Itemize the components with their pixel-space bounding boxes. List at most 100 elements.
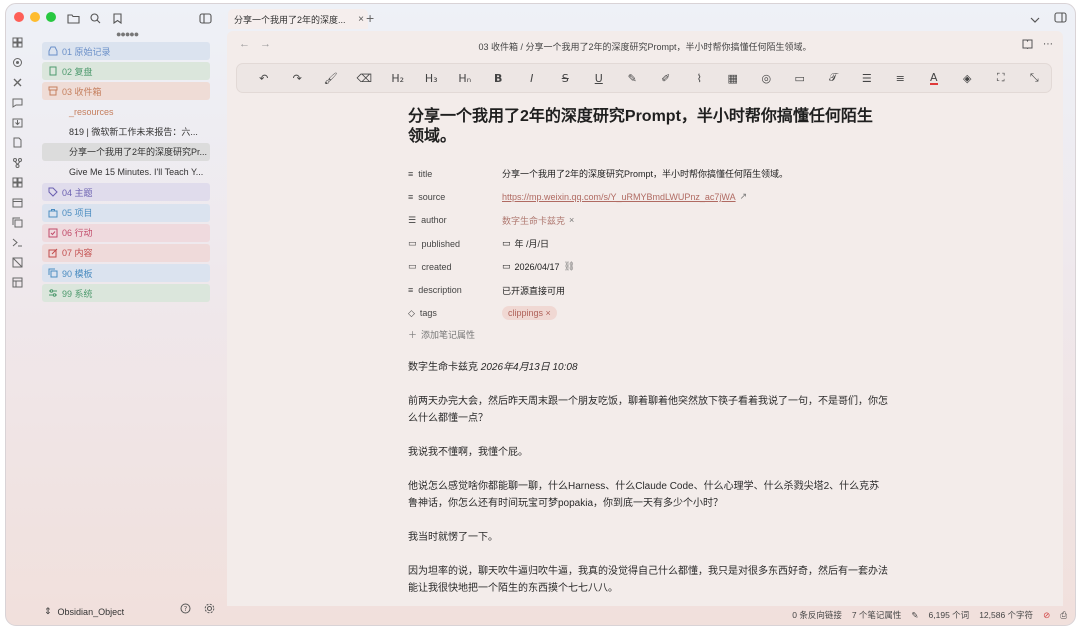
property-tags[interactable]: ◇ tags clippings × xyxy=(408,302,888,325)
window-right-controls xyxy=(1030,10,1067,28)
edit-note-icon[interactable]: ✐ xyxy=(649,68,683,88)
file-label: _resources xyxy=(69,106,114,117)
properties-count[interactable]: 7 个笔记属性 xyxy=(852,609,902,621)
property-description[interactable]: ≡ description 已开源直接可用 xyxy=(408,278,888,301)
fullscreen-icon[interactable]: ⛶ xyxy=(984,68,1018,88)
file-item-active[interactable]: 分享一个我用了2年的深度研究Pr... xyxy=(42,142,210,161)
note-body[interactable]: 数字生命卡兹克 2026年4月13日 10:08 前两天办完大会，然后昨天周末跟… xyxy=(408,359,888,597)
folder-04[interactable]: 04 主题 xyxy=(42,183,210,202)
maximize-window-button[interactable] xyxy=(46,12,56,22)
reading-mode-icon[interactable] xyxy=(1022,39,1033,52)
tag-pill[interactable]: clippings × xyxy=(502,306,557,321)
minimize-window-button[interactable] xyxy=(30,12,40,22)
font-color-icon[interactable]: A xyxy=(917,68,951,88)
comment-icon[interactable]: ▭ xyxy=(783,68,817,88)
canvas-icon[interactable] xyxy=(9,254,25,270)
task-check-icon[interactable]: ◎ xyxy=(750,68,784,88)
underline-button[interactable]: U xyxy=(582,68,616,88)
property-source[interactable]: ≡ source https://mp.weixin.qq.com/s/Y_uRM… xyxy=(408,185,888,208)
template-icon[interactable] xyxy=(9,274,25,290)
remove-icon[interactable]: × xyxy=(546,308,551,318)
folder-06[interactable]: 06 行动 xyxy=(42,223,210,242)
paragraph: 我说我不懂啊，我懂个屁。 xyxy=(408,447,528,459)
window-controls xyxy=(14,12,56,22)
print-icon[interactable]: ⎙ xyxy=(1060,610,1067,621)
eraser-icon[interactable]: ⌫ xyxy=(348,68,382,88)
heading-n-button[interactable]: Hₙ xyxy=(448,68,482,88)
property-value[interactable]: 分享一个我用了2年的深度研究Prompt，半小时帮你搞懂任何陌生领域。 xyxy=(502,167,788,180)
folder-icon[interactable] xyxy=(64,9,82,27)
document: 分享一个我用了2年的深度研究Prompt，半小时帮你搞懂任何陌生领域。 ≡ tit… xyxy=(408,107,888,614)
right-sidebar-toggle-icon[interactable] xyxy=(1054,10,1067,28)
tab-active[interactable]: 分享一个我用了2年的深度... × xyxy=(228,9,368,29)
bullet-list-icon[interactable]: ☰ xyxy=(850,68,884,88)
folder-02[interactable]: 02 复盘 xyxy=(42,62,210,81)
folder-05[interactable]: 05 项目 xyxy=(42,203,210,222)
graph-icon[interactable] xyxy=(9,54,25,70)
clear-format-icon[interactable]: 𝒯 xyxy=(817,68,851,88)
sidebar-toggle-icon[interactable] xyxy=(196,9,214,27)
download-icon[interactable] xyxy=(9,114,25,130)
chat-icon[interactable] xyxy=(9,94,25,110)
copy-icon[interactable] xyxy=(9,214,25,230)
search-icon[interactable] xyxy=(86,9,104,27)
redo-icon[interactable]: ↷ xyxy=(281,68,315,88)
source-link[interactable]: https://mp.weixin.qq.com/s/Y_uRMYBmdLWUP… xyxy=(502,192,736,202)
folder-01[interactable]: 01 原始记录 xyxy=(42,42,210,60)
remove-icon[interactable]: × xyxy=(569,215,574,225)
link-icon[interactable]: ⛓ xyxy=(564,261,575,272)
undo-icon[interactable]: ↶ xyxy=(247,68,281,88)
grid-icon[interactable] xyxy=(9,174,25,190)
backlinks-count[interactable]: 0 条反向链接 xyxy=(792,609,842,621)
tools-icon[interactable] xyxy=(9,74,25,90)
file-item[interactable]: 819 | 微软新工作未来报告：六... xyxy=(42,123,210,141)
close-window-button[interactable] xyxy=(14,12,24,22)
property-created[interactable]: ▭ created ▭ 2026/04/17 ⛓ xyxy=(408,255,888,278)
paragraph: 前两天办完大会，然后昨天周末跟一个朋友吃饭，聊着聊着他突然放下筷子看着我说了一句… xyxy=(408,396,888,425)
property-value[interactable]: 已开源直接可用 xyxy=(502,284,565,297)
folder-07[interactable]: 07 内容 xyxy=(42,243,210,262)
git-icon[interactable] xyxy=(9,154,25,170)
author-value[interactable]: 数字生命卡兹克 xyxy=(502,214,565,227)
new-tab-button[interactable]: + xyxy=(366,9,374,27)
vault-switcher[interactable]: ⇕ Obsidian_Object xyxy=(44,606,124,617)
calendar-icon[interactable] xyxy=(9,194,25,210)
heading3-button[interactable]: H₃ xyxy=(415,68,449,88)
external-link-icon[interactable]: ↗ xyxy=(740,191,748,202)
bookmark-icon[interactable] xyxy=(108,9,126,27)
terminal-icon[interactable] xyxy=(9,234,25,250)
table-icon[interactable]: ▦ xyxy=(716,68,750,88)
folder-label: 07 内容 xyxy=(62,248,93,259)
help-icon[interactable]: ? xyxy=(176,599,194,617)
file-item[interactable]: Give Me 15 Minutes. I'll Teach Y... xyxy=(42,163,210,181)
collapse-icon[interactable]: ⤡ xyxy=(1018,68,1052,88)
folder-90[interactable]: 90 模板 xyxy=(42,264,210,283)
highlight-icon[interactable]: ✎ xyxy=(616,68,650,88)
property-title[interactable]: ≡ title 分享一个我用了2年的深度研究Prompt，半小时帮你搞懂任何陌生领… xyxy=(408,162,888,185)
add-property-button[interactable]: ＋ 添加笔记属性 xyxy=(408,328,888,341)
folder-resources[interactable]: _resources xyxy=(42,103,210,121)
attachment-icon[interactable]: ⌇ xyxy=(683,68,717,88)
folder-03[interactable]: 03 收件箱 xyxy=(42,82,210,101)
gear-icon[interactable] xyxy=(200,599,218,617)
chevron-down-icon[interactable] xyxy=(1030,10,1040,28)
property-published[interactable]: ▭ published ▭ 年 /月/日 xyxy=(408,232,888,255)
folder-99[interactable]: 99 系统 xyxy=(42,284,210,303)
align-icon[interactable]: ≡ xyxy=(884,68,918,88)
more-options-icon[interactable]: ⋯ xyxy=(1043,39,1053,52)
strikethrough-button[interactable]: S xyxy=(549,68,583,88)
sync-off-icon[interactable]: ⊘ xyxy=(1043,610,1050,621)
dashboard-icon[interactable] xyxy=(9,34,25,50)
heading2-button[interactable]: H₂ xyxy=(381,68,415,88)
format-painter-icon[interactable]: 🖌 xyxy=(314,68,348,88)
italic-button[interactable]: I xyxy=(515,68,549,88)
drag-handle-icon[interactable]: ●●●●● xyxy=(116,29,139,39)
file-icon[interactable] xyxy=(9,134,25,150)
pencil-icon[interactable]: ✎ xyxy=(911,610,918,621)
property-author[interactable]: ☰ author 数字生命卡兹克 × xyxy=(408,209,888,232)
bold-button[interactable]: B xyxy=(482,68,516,88)
background-color-icon[interactable]: ◈ xyxy=(951,68,985,88)
date-value[interactable]: 2026/04/17 xyxy=(515,262,560,272)
close-icon[interactable]: × xyxy=(358,14,364,25)
date-input[interactable]: 年 /月/日 xyxy=(515,237,550,250)
